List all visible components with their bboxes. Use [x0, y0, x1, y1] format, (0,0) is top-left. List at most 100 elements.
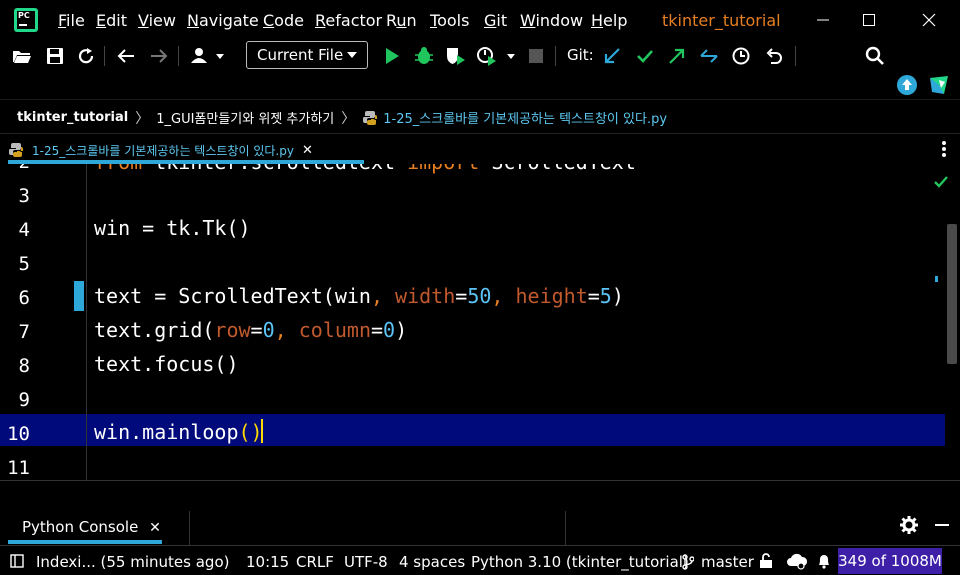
code-editor[interactable]: 2 from tkinter.scrolledtext import Scrol…	[0, 164, 960, 480]
menu-help[interactable]: Help	[591, 11, 627, 30]
lock-icon[interactable]	[759, 553, 773, 573]
open-folder-button[interactable]	[9, 43, 35, 69]
breadcrumb-folder[interactable]: 1_GUI폼만들기와 위젯 추가하기	[156, 108, 334, 127]
git-push-button[interactable]	[664, 43, 690, 69]
line-number: 7	[18, 321, 30, 343]
status-interpreter[interactable]: Python 3.10 (tkinter_tutorial)	[471, 553, 689, 571]
forward-button[interactable]	[146, 43, 172, 69]
jetbrains-toolbox-button[interactable]	[926, 72, 952, 98]
editor-tab-close-icon[interactable]: ✕	[302, 143, 313, 158]
maximize-icon	[863, 14, 875, 26]
active-panel-tab-indicator	[8, 540, 162, 544]
maximize-button[interactable]	[846, 6, 892, 34]
minimize-icon	[817, 19, 829, 21]
arrow-down-left-icon	[604, 48, 620, 64]
menu-window[interactable]: Window	[520, 11, 583, 30]
menu-refactor[interactable]: Refactor	[315, 11, 382, 30]
line-number: 4	[18, 219, 30, 241]
git-update-button[interactable]	[599, 43, 625, 69]
line-number: 5	[18, 253, 30, 275]
menu-tools[interactable]: Tools	[430, 11, 469, 30]
chevron-right-icon: 〉	[135, 110, 150, 127]
user-menu-button[interactable]	[188, 43, 228, 69]
save-button[interactable]	[42, 43, 68, 69]
python-file-icon	[362, 110, 378, 126]
python-console-close-icon[interactable]: ✕	[149, 520, 161, 536]
gear-icon	[900, 516, 918, 534]
run-with-coverage-button[interactable]	[443, 43, 469, 69]
user-icon	[191, 48, 224, 63]
run-button[interactable]	[379, 43, 405, 69]
python-console-tab[interactable]: Python Console ✕	[22, 518, 161, 536]
menu-file[interactable]: File	[58, 11, 85, 30]
status-encoding[interactable]: UTF-8	[344, 553, 388, 571]
run-configuration-select[interactable]: Current File	[246, 41, 368, 69]
notifications-bell-icon[interactable]	[817, 553, 831, 573]
tab-options-button[interactable]	[938, 140, 950, 162]
checkmark-icon	[637, 50, 653, 63]
panel-divider	[189, 511, 190, 545]
status-indexing[interactable]: Indexi... (55 minutes ago)	[36, 553, 229, 571]
menu-git[interactable]: Git	[484, 11, 507, 30]
code-line: text = ScrolledText(win, width=50, heigh…	[94, 284, 624, 308]
panel-toggle-icon	[10, 554, 24, 568]
status-indent[interactable]: 4 spaces	[399, 553, 465, 571]
git-commit-button[interactable]	[632, 43, 658, 69]
memory-indicator[interactable]: 349 of 1008M	[838, 548, 942, 574]
menu-navigate[interactable]: Navigate	[187, 11, 259, 30]
editor-scrollbar[interactable]	[947, 224, 957, 364]
code-line: win = tk.Tk()	[94, 216, 251, 240]
status-git-branch[interactable]: master	[701, 553, 754, 571]
git-rollback-button[interactable]	[761, 43, 787, 69]
git-history-button[interactable]	[728, 43, 754, 69]
panel-hide-button[interactable]	[934, 516, 950, 538]
undo-icon	[766, 48, 782, 64]
arrow-left-icon	[117, 49, 134, 63]
pycharm-logo-icon: PC	[14, 8, 38, 32]
more-vertical-icon	[942, 141, 946, 157]
code-line: from tkinter.scrolledtext import Scrolle…	[94, 164, 636, 174]
breadcrumb-project[interactable]: tkinter_tutorial	[17, 110, 128, 125]
search-everywhere-button[interactable]	[862, 43, 888, 69]
git-merge-button[interactable]	[696, 43, 722, 69]
project-title: tkinter_tutorial	[662, 11, 781, 30]
close-window-button[interactable]	[906, 6, 952, 34]
arrow-up-right-icon	[669, 48, 685, 64]
line-number: 10	[7, 423, 30, 445]
menu-code[interactable]: Code	[263, 11, 304, 30]
upload-arrow-icon	[897, 75, 917, 95]
line-number: 3	[18, 185, 30, 207]
stop-button[interactable]	[523, 43, 549, 69]
breadcrumb-file[interactable]: 1-25_스크롤바를 기본제공하는 텍스트창이 있다.py	[383, 108, 667, 127]
code-line: text.focus()	[94, 352, 239, 376]
toolbox-logo-icon	[930, 76, 948, 94]
code-token: import	[407, 164, 479, 174]
minimize-button[interactable]	[800, 6, 846, 34]
profile-button[interactable]	[475, 43, 519, 69]
back-button[interactable]	[113, 43, 139, 69]
cloud-sync-icon[interactable]	[786, 552, 808, 574]
menu-run[interactable]: Run	[386, 11, 417, 30]
update-available-button[interactable]	[894, 72, 920, 98]
line-number: 6	[18, 287, 30, 309]
status-line-separator[interactable]: CRLF	[296, 553, 334, 571]
panel-settings-button[interactable]	[900, 516, 918, 538]
text-cursor	[261, 419, 263, 443]
tool-windows-toggle[interactable]	[10, 554, 24, 572]
inspection-ok-icon[interactable]	[933, 174, 949, 193]
stop-icon	[529, 49, 543, 63]
scrollbar-change-marker	[935, 276, 938, 282]
toolbar-divider	[178, 46, 179, 66]
menu-edit[interactable]: Edit	[96, 11, 127, 30]
menu-view[interactable]: View	[138, 11, 176, 30]
run-configuration-label: Current File	[257, 46, 344, 64]
change-marker[interactable]	[74, 281, 84, 311]
sync-button[interactable]	[73, 43, 99, 69]
status-caret-position[interactable]: 10:15	[246, 553, 289, 571]
chevron-down-icon	[347, 52, 357, 58]
code-token: from	[94, 164, 142, 174]
folder-open-icon	[13, 51, 31, 63]
toolbar-divider	[104, 46, 105, 66]
save-icon	[47, 48, 63, 64]
debug-button[interactable]	[411, 43, 437, 69]
